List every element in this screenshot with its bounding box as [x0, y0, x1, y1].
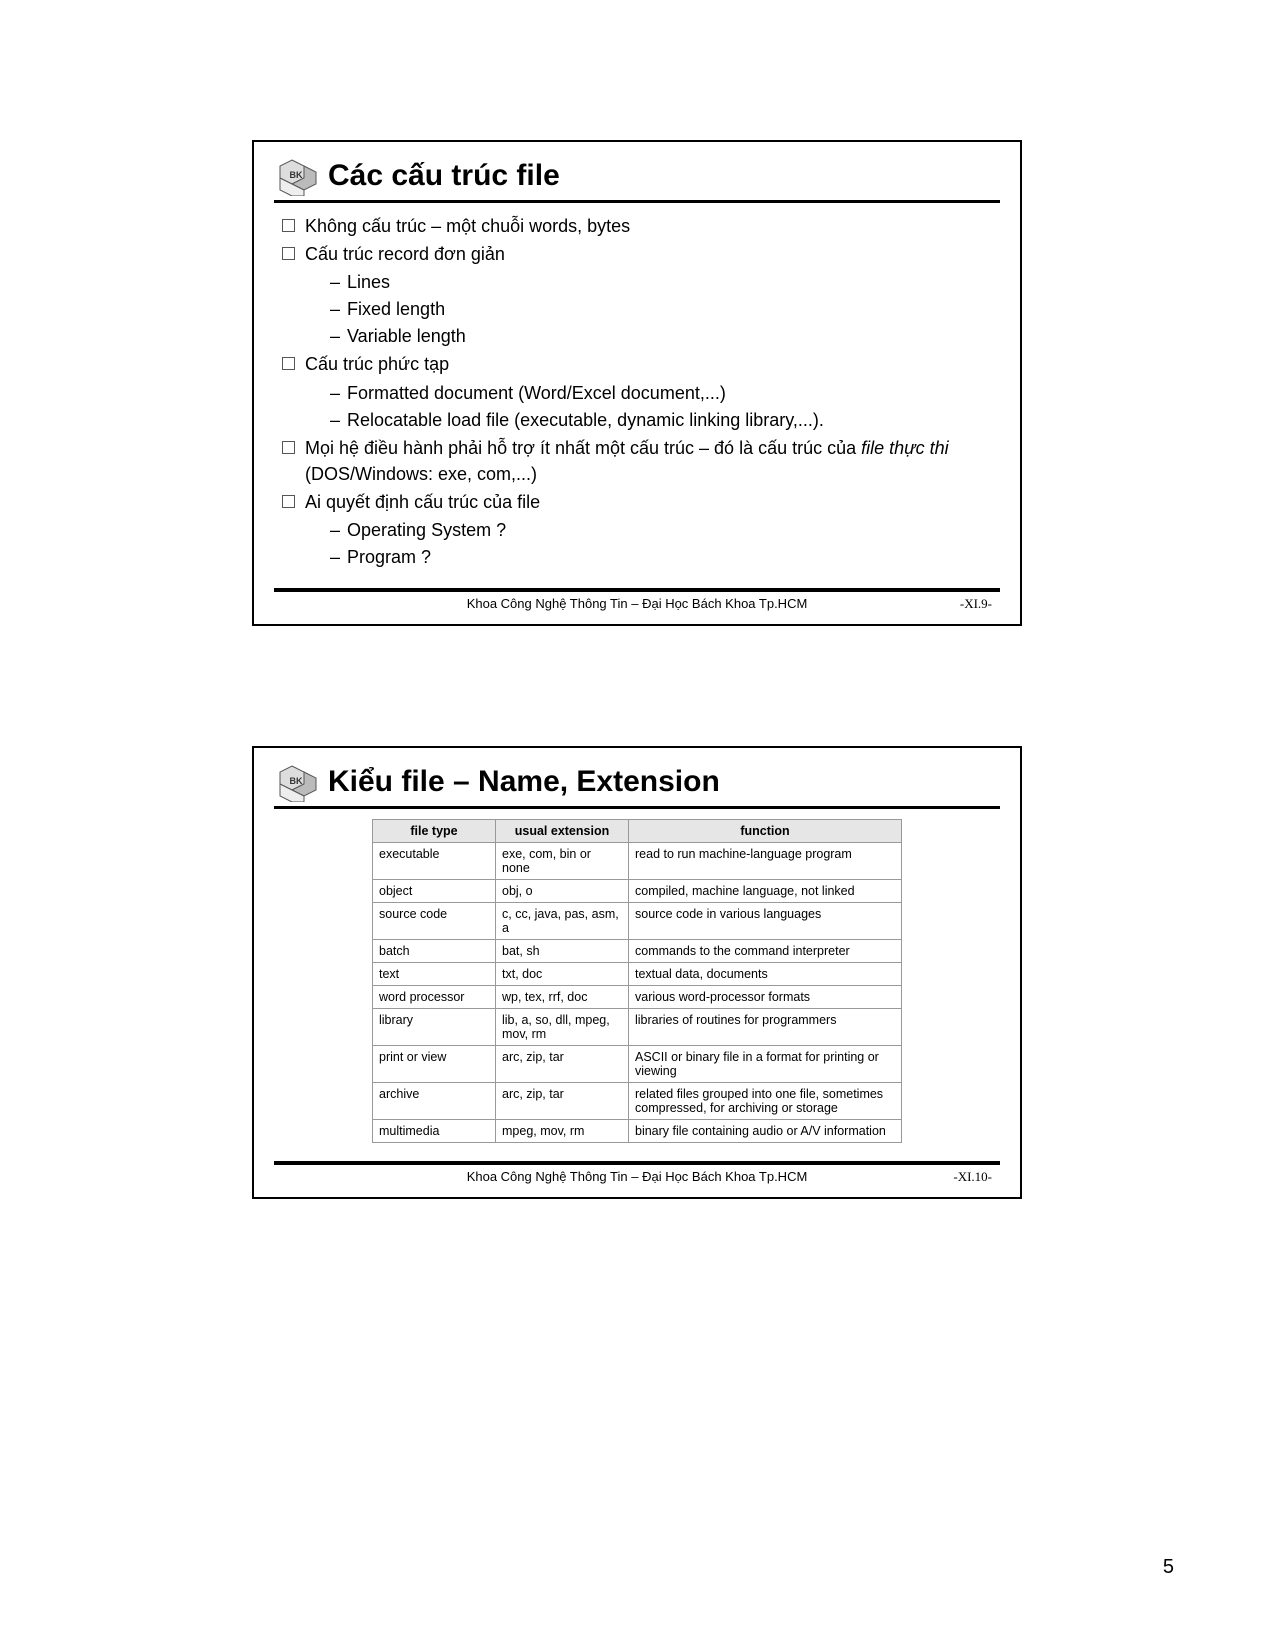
slide-1: BK Các cấu trúc file Không cấu trúc – mộ… [252, 140, 1022, 626]
table-cell: read to run machine-language program [629, 843, 902, 880]
table-row: texttxt, doctextual data, documents [373, 963, 902, 986]
table-header: file type [373, 820, 496, 843]
bullet-item: Ai quyết định cấu trúc của file [282, 489, 1000, 515]
table-cell: binary file containing audio or A/V info… [629, 1120, 902, 1143]
table-cell: c, cc, java, pas, asm, a [496, 903, 629, 940]
table-cell: lib, a, so, dll, mpeg, mov, rm [496, 1009, 629, 1046]
table-cell: wp, tex, rrf, doc [496, 986, 629, 1009]
table-cell: related files grouped into one file, som… [629, 1083, 902, 1120]
sub-bullet-text: Fixed length [347, 299, 445, 319]
bk-logo-icon: BK [274, 156, 318, 196]
table-cell: source code in various languages [629, 903, 902, 940]
bullet-item: Cấu trúc record đơn giản [282, 241, 1000, 267]
table-cell: libraries of routines for programmers [629, 1009, 902, 1046]
bullet-text: Ai quyết định cấu trúc của file [305, 489, 540, 515]
sub-bullet-text: Variable length [347, 326, 466, 346]
bullet-item: Không cấu trúc – một chuỗi words, bytes [282, 213, 1000, 239]
bullet-item: Mọi hệ điều hành phải hỗ trợ ít nhất một… [282, 435, 1000, 487]
svg-text:BK: BK [290, 776, 303, 786]
page-number: 5 [1163, 1556, 1174, 1579]
slide-1-content: Không cấu trúc – một chuỗi words, bytes … [274, 213, 1000, 570]
table-cell: archive [373, 1083, 496, 1120]
table-row: executableexe, com, bin or noneread to r… [373, 843, 902, 880]
table-cell: commands to the command interpreter [629, 940, 902, 963]
bullet-text-pre: Mọi hệ điều hành phải hỗ trợ ít nhất một… [305, 438, 861, 458]
sub-bullet-text: Operating System ? [347, 520, 506, 540]
table-cell: textual data, documents [629, 963, 902, 986]
table-cell: multimedia [373, 1120, 496, 1143]
sub-bullet: – Formatted document (Word/Excel documen… [330, 380, 1000, 406]
slide-2-title: Kiểu file – Name, Extension [328, 765, 720, 799]
square-bullet-icon [282, 219, 295, 232]
table-row: print or viewarc, zip, tarASCII or binar… [373, 1046, 902, 1083]
table-row: batchbat, shcommands to the command inte… [373, 940, 902, 963]
table-cell: obj, o [496, 880, 629, 903]
table-cell: batch [373, 940, 496, 963]
footer-center-text: Khoa Công Nghệ Thông Tin – Đại Học Bách … [352, 1169, 922, 1185]
table-row: objectobj, ocompiled, machine language, … [373, 880, 902, 903]
table-header-row: file type usual extension function [373, 820, 902, 843]
bk-logo-icon: BK [274, 762, 318, 802]
bullet-text: Cấu trúc record đơn giản [305, 241, 505, 267]
table-cell: ASCII or binary file in a format for pri… [629, 1046, 902, 1083]
table-cell: txt, doc [496, 963, 629, 986]
bullet-text-post: (DOS/Windows: exe, com,...) [305, 464, 537, 484]
table-cell: bat, sh [496, 940, 629, 963]
table-cell: arc, zip, tar [496, 1083, 629, 1120]
table-cell: object [373, 880, 496, 903]
bullet-text: Không cấu trúc – một chuỗi words, bytes [305, 213, 630, 239]
file-types-table: file type usual extension function execu… [372, 819, 902, 1143]
sub-bullet: – Variable length [330, 323, 1000, 349]
footer-page-ref: -XI.9- [922, 596, 992, 612]
sub-bullet-text: Formatted document (Word/Excel document,… [347, 383, 726, 403]
slide-1-title-row: BK Các cấu trúc file [274, 156, 1000, 203]
slide-2-footer: Khoa Công Nghệ Thông Tin – Đại Học Bách … [274, 1161, 1000, 1189]
bullet-text-italic: file thực thi [861, 438, 948, 458]
table-cell: various word-processor formats [629, 986, 902, 1009]
table-cell: text [373, 963, 496, 986]
table-cell: compiled, machine language, not linked [629, 880, 902, 903]
table-row: librarylib, a, so, dll, mpeg, mov, rmlib… [373, 1009, 902, 1046]
table-row: word processorwp, tex, rrf, docvarious w… [373, 986, 902, 1009]
table-header: usual extension [496, 820, 629, 843]
sub-bullet-text: Program ? [347, 547, 431, 567]
svg-text:BK: BK [290, 170, 303, 180]
bullet-text: Cấu trúc phức tạp [305, 351, 449, 377]
table-cell: print or view [373, 1046, 496, 1083]
sub-bullet: – Lines [330, 269, 1000, 295]
sub-bullet-text: Lines [347, 272, 390, 292]
table-cell: library [373, 1009, 496, 1046]
table-row: archivearc, zip, tarrelated files groupe… [373, 1083, 902, 1120]
square-bullet-icon [282, 441, 295, 454]
table-row: multimediampeg, mov, rmbinary file conta… [373, 1120, 902, 1143]
sub-bullet: – Relocatable load file (executable, dyn… [330, 407, 1000, 433]
sub-bullet: – Operating System ? [330, 517, 1000, 543]
table-cell: arc, zip, tar [496, 1046, 629, 1083]
table-cell: executable [373, 843, 496, 880]
table-cell: word processor [373, 986, 496, 1009]
sub-bullet-text: Relocatable load file (executable, dynam… [347, 410, 824, 430]
square-bullet-icon [282, 357, 295, 370]
slide-1-footer: Khoa Công Nghệ Thông Tin – Đại Học Bách … [274, 588, 1000, 616]
bullet-item: Cấu trúc phức tạp [282, 351, 1000, 377]
table-cell: exe, com, bin or none [496, 843, 629, 880]
table-row: source codec, cc, java, pas, asm, asourc… [373, 903, 902, 940]
table-cell: mpeg, mov, rm [496, 1120, 629, 1143]
table-header: function [629, 820, 902, 843]
slide-2: BK Kiểu file – Name, Extension file type… [252, 746, 1022, 1199]
square-bullet-icon [282, 247, 295, 260]
table-cell: source code [373, 903, 496, 940]
footer-page-ref: -XI.10- [922, 1169, 992, 1185]
sub-bullet: – Fixed length [330, 296, 1000, 322]
sub-bullet: – Program ? [330, 544, 1000, 570]
bullet-text: Mọi hệ điều hành phải hỗ trợ ít nhất một… [305, 435, 1000, 487]
square-bullet-icon [282, 495, 295, 508]
slide-2-title-row: BK Kiểu file – Name, Extension [274, 762, 1000, 809]
footer-center-text: Khoa Công Nghệ Thông Tin – Đại Học Bách … [352, 596, 922, 612]
slide-1-title: Các cấu trúc file [328, 159, 560, 193]
